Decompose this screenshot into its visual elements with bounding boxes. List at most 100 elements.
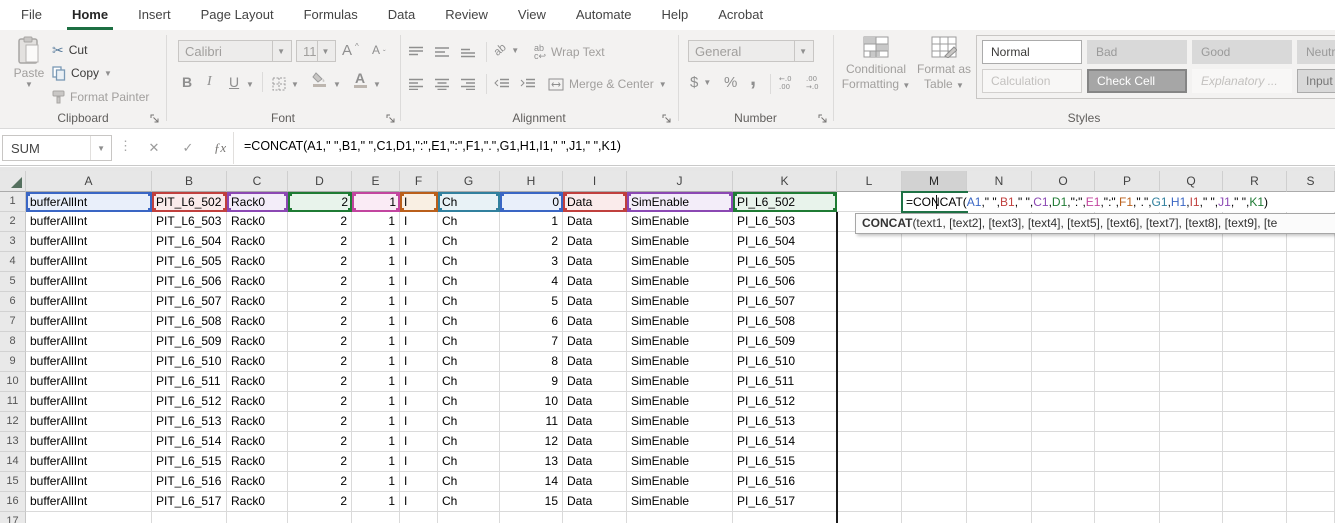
cell-C12[interactable]: Rack0: [227, 412, 288, 432]
cell-A5[interactable]: bufferAllInt: [26, 272, 152, 292]
cell-B15[interactable]: PIT_L6_516: [152, 472, 227, 492]
formula-bar-grip[interactable]: ⋮: [119, 138, 132, 154]
cell-F1[interactable]: I: [400, 192, 438, 212]
cell-K16[interactable]: PI_L6_517: [733, 492, 837, 512]
cell-I9[interactable]: Data: [563, 352, 627, 372]
cell-A3[interactable]: bufferAllInt: [26, 232, 152, 252]
comma-style-button[interactable]: ,: [750, 68, 756, 88]
underline-button[interactable]: U: [229, 72, 239, 92]
cell-S5[interactable]: [1287, 272, 1335, 292]
cell-R4[interactable]: [1223, 252, 1287, 272]
cell-E5[interactable]: 1: [352, 272, 400, 292]
tab-file[interactable]: File: [6, 0, 57, 30]
cell-O15[interactable]: [1032, 472, 1095, 492]
cell-E14[interactable]: 1: [352, 452, 400, 472]
cell-Q9[interactable]: [1160, 352, 1223, 372]
cell-D13[interactable]: 2: [288, 432, 352, 452]
row-header-15[interactable]: 15: [0, 472, 26, 492]
cell-B14[interactable]: PIT_L6_515: [152, 452, 227, 472]
cell-K15[interactable]: PI_L6_516: [733, 472, 837, 492]
cell-L14[interactable]: [837, 452, 902, 472]
cell-N16[interactable]: [967, 492, 1032, 512]
range-handle[interactable]: [563, 192, 567, 196]
cell-L9[interactable]: [837, 352, 902, 372]
tab-review[interactable]: Review: [430, 0, 503, 30]
cell-B7[interactable]: PIT_L6_508: [152, 312, 227, 332]
column-header-E[interactable]: E: [352, 171, 400, 192]
cell-F9[interactable]: I: [400, 352, 438, 372]
clipboard-dialog-launcher[interactable]: [150, 114, 160, 124]
cell-F2[interactable]: I: [400, 212, 438, 232]
font-color-button[interactable]: A: [352, 72, 368, 92]
cell-edit-overlay[interactable]: =CONCAT(A1," ",B1," ",C1,D1,":",E1,":",F…: [902, 192, 1335, 212]
insert-function-button[interactable]: ƒx: [206, 135, 234, 161]
currency-button[interactable]: $ ▼: [690, 72, 711, 92]
cell-Q3[interactable]: [1160, 232, 1223, 252]
cell-A4[interactable]: bufferAllInt: [26, 252, 152, 272]
cell-K4[interactable]: PI_L6_505: [733, 252, 837, 272]
cell-H10[interactable]: 9: [500, 372, 563, 392]
cell-P5[interactable]: [1095, 272, 1160, 292]
style-normal[interactable]: Normal: [982, 40, 1082, 64]
cell-B12[interactable]: PIT_L6_513: [152, 412, 227, 432]
cell-L8[interactable]: [837, 332, 902, 352]
align-left-button[interactable]: [408, 74, 424, 94]
cell-C6[interactable]: Rack0: [227, 292, 288, 312]
enter-button[interactable]: ✓: [174, 135, 202, 161]
cell-N6[interactable]: [967, 292, 1032, 312]
cell-A15[interactable]: bufferAllInt: [26, 472, 152, 492]
cell-R12[interactable]: [1223, 412, 1287, 432]
cell-P8[interactable]: [1095, 332, 1160, 352]
row-header-16[interactable]: 16: [0, 492, 26, 512]
cell-M9[interactable]: [902, 352, 967, 372]
cell-M13[interactable]: [902, 432, 967, 452]
cell-E1[interactable]: 1: [352, 192, 400, 212]
cell-C9[interactable]: Rack0: [227, 352, 288, 372]
cell-R9[interactable]: [1223, 352, 1287, 372]
cell-B16[interactable]: PIT_L6_517: [152, 492, 227, 512]
column-header-A[interactable]: A: [26, 171, 152, 192]
cell-B1[interactable]: PIT_L6_502: [152, 192, 227, 212]
cell-S17[interactable]: [1287, 512, 1335, 523]
cell-K10[interactable]: PI_L6_511: [733, 372, 837, 392]
cell-L16[interactable]: [837, 492, 902, 512]
cell-R15[interactable]: [1223, 472, 1287, 492]
merge-center-button[interactable]: Merge & Center ▼: [548, 74, 667, 94]
cell-E7[interactable]: 1: [352, 312, 400, 332]
cell-Q8[interactable]: [1160, 332, 1223, 352]
cell-D15[interactable]: 2: [288, 472, 352, 492]
align-middle-button[interactable]: [434, 42, 450, 62]
fill-color-button[interactable]: [312, 72, 326, 92]
cell-B11[interactable]: PIT_L6_512: [152, 392, 227, 412]
style-bad[interactable]: Bad: [1087, 40, 1187, 64]
range-handle[interactable]: [733, 192, 737, 196]
cell-K2[interactable]: PI_L6_503: [733, 212, 837, 232]
alignment-dialog-launcher[interactable]: [662, 114, 672, 124]
cell-I6[interactable]: Data: [563, 292, 627, 312]
cell-Q12[interactable]: [1160, 412, 1223, 432]
align-center-button[interactable]: [434, 74, 450, 94]
cell-N17[interactable]: [967, 512, 1032, 523]
cell-A10[interactable]: bufferAllInt: [26, 372, 152, 392]
cell-B9[interactable]: PIT_L6_510: [152, 352, 227, 372]
cell-O5[interactable]: [1032, 272, 1095, 292]
cell-R5[interactable]: [1223, 272, 1287, 292]
cell-P15[interactable]: [1095, 472, 1160, 492]
cell-Q11[interactable]: [1160, 392, 1223, 412]
cell-K9[interactable]: PI_L6_510: [733, 352, 837, 372]
cell-I16[interactable]: Data: [563, 492, 627, 512]
cell-F16[interactable]: I: [400, 492, 438, 512]
cell-P12[interactable]: [1095, 412, 1160, 432]
decrease-indent-button[interactable]: [494, 74, 510, 94]
column-header-Q[interactable]: Q: [1160, 171, 1223, 192]
cell-G11[interactable]: Ch: [438, 392, 500, 412]
cell-C14[interactable]: Rack0: [227, 452, 288, 472]
cell-L7[interactable]: [837, 312, 902, 332]
cell-I10[interactable]: Data: [563, 372, 627, 392]
cell-P13[interactable]: [1095, 432, 1160, 452]
column-header-C[interactable]: C: [227, 171, 288, 192]
cell-G10[interactable]: Ch: [438, 372, 500, 392]
cell-H4[interactable]: 3: [500, 252, 563, 272]
cell-I4[interactable]: Data: [563, 252, 627, 272]
cell-O12[interactable]: [1032, 412, 1095, 432]
